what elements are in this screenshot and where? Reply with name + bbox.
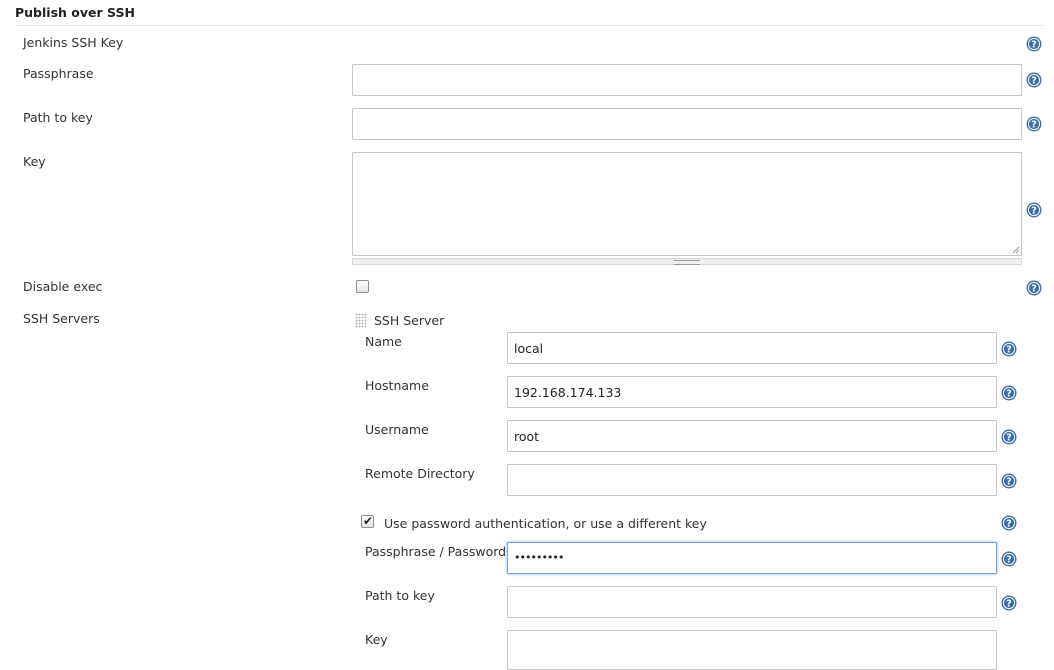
svg-text:?: ?: [1031, 76, 1037, 87]
help-icon[interactable]: ?: [1001, 429, 1017, 445]
svg-text:?: ?: [1031, 284, 1037, 295]
path-to-key-label: Path to key: [23, 110, 93, 125]
svg-text:?: ?: [1031, 206, 1037, 217]
key-label: Key: [23, 154, 46, 169]
help-icon[interactable]: ?: [1026, 202, 1042, 218]
help-icon[interactable]: ?: [1026, 116, 1042, 132]
resize-corner-icon[interactable]: [1012, 246, 1020, 254]
svg-text:?: ?: [1031, 40, 1037, 51]
remote-directory-label: Remote Directory: [365, 466, 475, 481]
key-textarea[interactable]: [352, 152, 1022, 256]
passphrase-input[interactable]: [352, 64, 1022, 96]
server-key-textarea[interactable]: [507, 630, 997, 670]
username-input[interactable]: [507, 420, 997, 452]
passphrase-label: Passphrase: [23, 66, 94, 81]
section-divider: [15, 25, 1043, 26]
svg-text:?: ?: [1006, 345, 1012, 356]
ssh-server-title: SSH Server: [374, 313, 445, 328]
help-icon[interactable]: ?: [1026, 72, 1042, 88]
help-icon[interactable]: ?: [1026, 36, 1042, 52]
ssh-servers-label: SSH Servers: [23, 311, 100, 326]
svg-text:?: ?: [1006, 389, 1012, 400]
help-icon[interactable]: ?: [1001, 341, 1017, 357]
svg-text:?: ?: [1006, 477, 1012, 488]
svg-text:?: ?: [1031, 120, 1037, 131]
grip-icon: [674, 260, 700, 265]
passphrase-password-label: Passphrase / Password: [365, 544, 507, 559]
disable-exec-checkbox[interactable]: [356, 280, 369, 293]
svg-text:?: ?: [1006, 519, 1012, 530]
help-icon[interactable]: ?: [1026, 280, 1042, 296]
jenkins-ssh-key-label: Jenkins SSH Key: [23, 35, 124, 50]
svg-text:?: ?: [1006, 433, 1012, 444]
textarea-resize-bar[interactable]: [352, 258, 1022, 265]
use-password-auth-label: Use password authentication, or use a di…: [384, 516, 707, 531]
username-label: Username: [365, 422, 429, 437]
path-to-key-input[interactable]: [352, 108, 1022, 140]
hostname-input[interactable]: [507, 376, 997, 408]
server-name-input[interactable]: [507, 332, 997, 364]
svg-text:?: ?: [1006, 599, 1012, 610]
help-icon[interactable]: ?: [1001, 473, 1017, 489]
section-title: Publish over SSH: [15, 5, 135, 20]
use-password-auth-checkbox[interactable]: ✔: [361, 514, 374, 528]
help-icon[interactable]: ?: [1001, 551, 1017, 567]
disable-exec-label: Disable exec: [23, 279, 103, 294]
server-name-label: Name: [365, 334, 402, 349]
help-icon[interactable]: ?: [1001, 515, 1017, 531]
passphrase-password-input[interactable]: •••••••••: [507, 542, 997, 574]
server-path-to-key-input[interactable]: [507, 586, 997, 618]
server-key-label: Key: [365, 632, 388, 647]
server-path-to-key-label: Path to key: [365, 588, 435, 603]
help-icon[interactable]: ?: [1001, 385, 1017, 401]
help-icon[interactable]: ?: [1001, 595, 1017, 611]
svg-text:?: ?: [1006, 555, 1012, 566]
checkmark-icon: ✔: [363, 514, 374, 528]
hostname-label: Hostname: [365, 378, 429, 393]
remote-directory-input[interactable]: [507, 464, 997, 496]
drag-handle-icon[interactable]: [355, 313, 367, 328]
